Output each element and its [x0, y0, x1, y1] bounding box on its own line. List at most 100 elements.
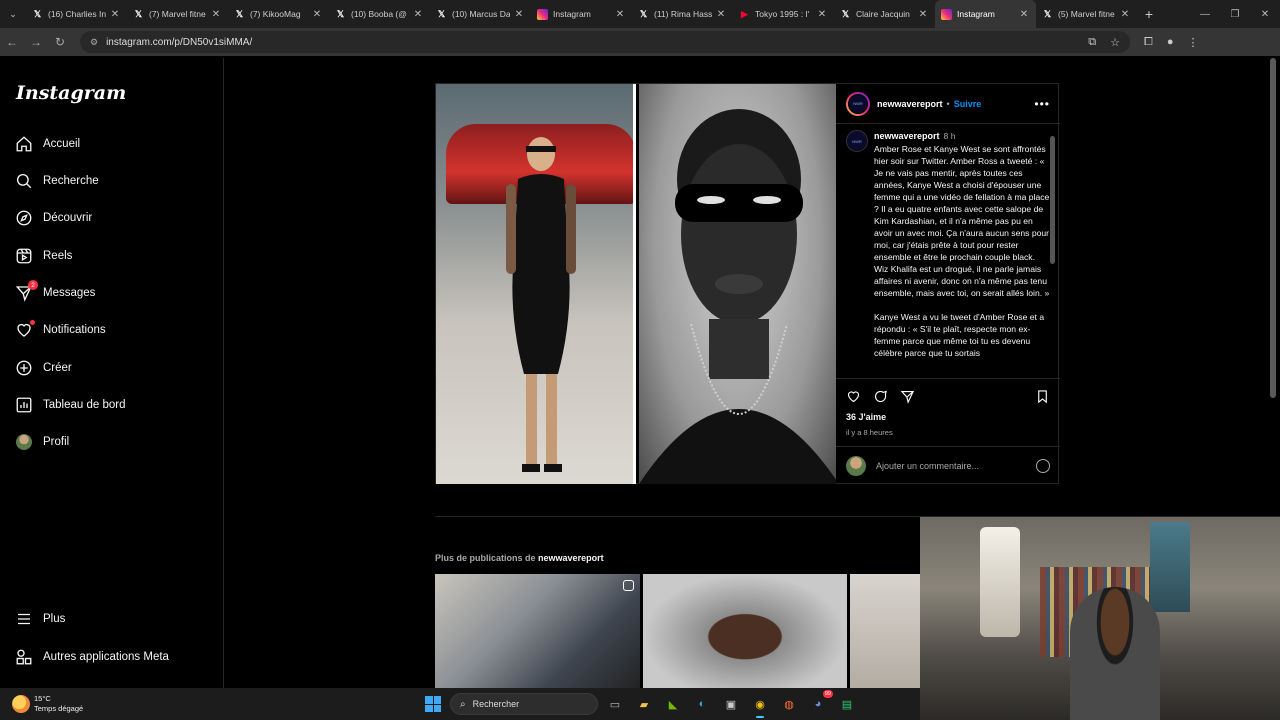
- browser-tab[interactable]: Instagram ✕: [531, 0, 632, 28]
- reload-icon[interactable]: ↻: [48, 35, 72, 49]
- sidebar-item-decouvrir[interactable]: Découvrir: [14, 204, 92, 232]
- post-thumbnail[interactable]: [642, 574, 848, 688]
- discord-badge: 99: [822, 690, 833, 698]
- close-tab-icon[interactable]: ✕: [412, 9, 424, 20]
- store-icon[interactable]: ▣: [721, 694, 741, 714]
- maximize-icon[interactable]: ❐: [1220, 9, 1250, 20]
- sidebar-item-plus[interactable]: Plus: [14, 605, 65, 633]
- sidebar-item-recherche[interactable]: Recherche: [14, 167, 99, 195]
- post-thumbnail[interactable]: [435, 574, 640, 688]
- like-heart-icon[interactable]: [846, 389, 861, 404]
- dashboard-icon: [14, 395, 34, 415]
- taskbar-search[interactable]: ⌕ Rechercher: [450, 693, 598, 715]
- browser-tab[interactable]: 𝕏 (7) KikooMag ✕: [228, 0, 329, 28]
- likes-count[interactable]: 36 J'aime: [846, 412, 1050, 422]
- post-image[interactable]: [436, 84, 836, 484]
- more-options-icon[interactable]: •••: [1034, 97, 1050, 111]
- post-timestamp: il y a 8 heures: [846, 428, 893, 437]
- post-photo-right: [638, 84, 836, 484]
- post-sidebar: NWR newwavereport • Suivre ••• NWR newwa…: [836, 84, 1060, 484]
- more-posts-heading: Plus de publications de newwavereport: [435, 553, 604, 563]
- close-tab-icon[interactable]: ✕: [816, 9, 828, 20]
- instagram-logo[interactable]: Instagram: [16, 82, 126, 104]
- install-app-icon[interactable]: ⧉: [1088, 36, 1096, 49]
- sidebar-item-notifications[interactable]: Notifications: [14, 316, 106, 344]
- browser-tab-active[interactable]: Instagram ✕: [935, 0, 1036, 28]
- caption-scrollbar[interactable]: [1050, 136, 1055, 264]
- page-scrollbar[interactable]: [1270, 58, 1276, 398]
- firefox-icon[interactable]: ◍: [779, 694, 799, 714]
- caption-avatar[interactable]: NWR: [846, 130, 868, 152]
- weather-status: Temps dégagé: [34, 704, 84, 713]
- avatar: [846, 455, 866, 476]
- close-window-icon[interactable]: ✕: [1250, 9, 1280, 20]
- follow-button[interactable]: Suivre: [954, 99, 982, 109]
- back-icon[interactable]: ←: [0, 35, 24, 49]
- browser-tab[interactable]: 𝕏 (7) Marvel fitne ✕: [127, 0, 228, 28]
- x-logo-icon: 𝕏: [235, 8, 244, 19]
- browser-tab[interactable]: 𝕏 (11) Rima Hass ✕: [632, 0, 733, 28]
- author-avatar[interactable]: NWR: [846, 91, 870, 116]
- save-bookmark-icon[interactable]: [1035, 389, 1050, 404]
- close-tab-icon[interactable]: ✕: [210, 9, 222, 20]
- post-thumbnail[interactable]: [850, 574, 920, 688]
- browser-menu-icon[interactable]: ⋮: [1187, 36, 1198, 49]
- x-logo-icon: 𝕏: [437, 8, 446, 19]
- menu-icon: [14, 609, 34, 629]
- browser-tab[interactable]: 𝕏 (10) Marcus Da ✕: [430, 0, 531, 28]
- bookmark-star-icon[interactable]: ☆: [1110, 36, 1120, 49]
- close-tab-icon[interactable]: ✕: [614, 9, 626, 20]
- sidebar-item-tableau-de-bord[interactable]: Tableau de bord: [14, 391, 125, 419]
- close-tab-icon[interactable]: ✕: [1119, 9, 1131, 20]
- post-header: NWR newwavereport • Suivre •••: [836, 84, 1060, 124]
- task-view-icon[interactable]: ▭: [605, 694, 625, 714]
- more-posts-grid: [435, 574, 920, 688]
- chrome-icon[interactable]: ◉: [750, 694, 770, 718]
- browser-tab[interactable]: ▶ Tokyo 1995 : l' ✕: [733, 0, 834, 28]
- caption-username[interactable]: newwavereport: [874, 131, 940, 141]
- comment-input[interactable]: Ajouter un commentaire...: [876, 461, 979, 471]
- sidebar-item-creer[interactable]: Créer: [14, 354, 72, 382]
- author-username[interactable]: newwavereport: [877, 99, 943, 109]
- browser-tab[interactable]: 𝕏 Claire Jacquin ✕: [834, 0, 935, 28]
- sidebar-item-accueil[interactable]: Accueil: [14, 130, 80, 158]
- forward-icon[interactable]: →: [24, 35, 48, 49]
- heart-icon: [14, 320, 35, 340]
- app-icon[interactable]: ▤: [837, 694, 857, 714]
- caption-text: Amber Rose et Kanye West se sont affront…: [874, 144, 1050, 298]
- weather-widget[interactable]: 15°C Temps dégagé: [12, 694, 83, 714]
- comment-icon[interactable]: [873, 389, 888, 404]
- edge-icon[interactable]: ◐: [692, 694, 712, 714]
- compass-icon: [14, 208, 34, 228]
- file-explorer-icon[interactable]: ▰: [634, 694, 654, 714]
- close-tab-icon[interactable]: ✕: [715, 9, 727, 20]
- close-tab-icon[interactable]: ✕: [513, 9, 525, 20]
- close-tab-icon[interactable]: ✕: [1018, 9, 1030, 20]
- emoji-icon[interactable]: [1036, 458, 1050, 473]
- close-tab-icon[interactable]: ✕: [109, 9, 121, 20]
- sidebar-item-messages[interactable]: 2 Messages: [14, 279, 95, 307]
- x-logo-icon: 𝕏: [336, 8, 345, 19]
- sidebar-item-reels[interactable]: Reels: [14, 242, 72, 270]
- browser-tab[interactable]: 𝕏 (10) Booba (@ ✕: [329, 0, 430, 28]
- discord-icon[interactable]: ◕ 99: [808, 690, 833, 714]
- browser-tab[interactable]: 𝕏 (16) Charlies In ✕: [26, 0, 127, 28]
- browser-tab[interactable]: 𝕏 (5) Marvel fitne ✕: [1036, 0, 1137, 28]
- url-bar[interactable]: ⚙ instagram.com/p/DN50v1siMMA/ ⧉ ☆: [80, 31, 1130, 53]
- sidebar-item-autres-applications-meta[interactable]: Autres applications Meta: [14, 643, 169, 671]
- comment-box: Ajouter un commentaire...: [836, 446, 1060, 484]
- tab-search-dropdown-icon[interactable]: ⌄: [0, 0, 26, 28]
- windows-start-icon[interactable]: [425, 696, 441, 712]
- search-icon: ⌕: [460, 698, 466, 710]
- share-icon[interactable]: [900, 389, 915, 404]
- profile-icon[interactable]: ●: [1167, 36, 1174, 49]
- instagram-icon: [941, 8, 952, 20]
- minimize-icon[interactable]: —: [1190, 9, 1220, 20]
- nvidia-icon[interactable]: ◣: [663, 694, 683, 714]
- close-tab-icon[interactable]: ✕: [917, 9, 929, 20]
- sidebar-item-profil[interactable]: Profil: [14, 428, 69, 456]
- close-tab-icon[interactable]: ✕: [311, 9, 323, 20]
- site-info-icon[interactable]: ⚙: [90, 37, 98, 48]
- extensions-icon[interactable]: ⧠: [1144, 36, 1153, 49]
- new-tab-button[interactable]: +: [1137, 6, 1161, 22]
